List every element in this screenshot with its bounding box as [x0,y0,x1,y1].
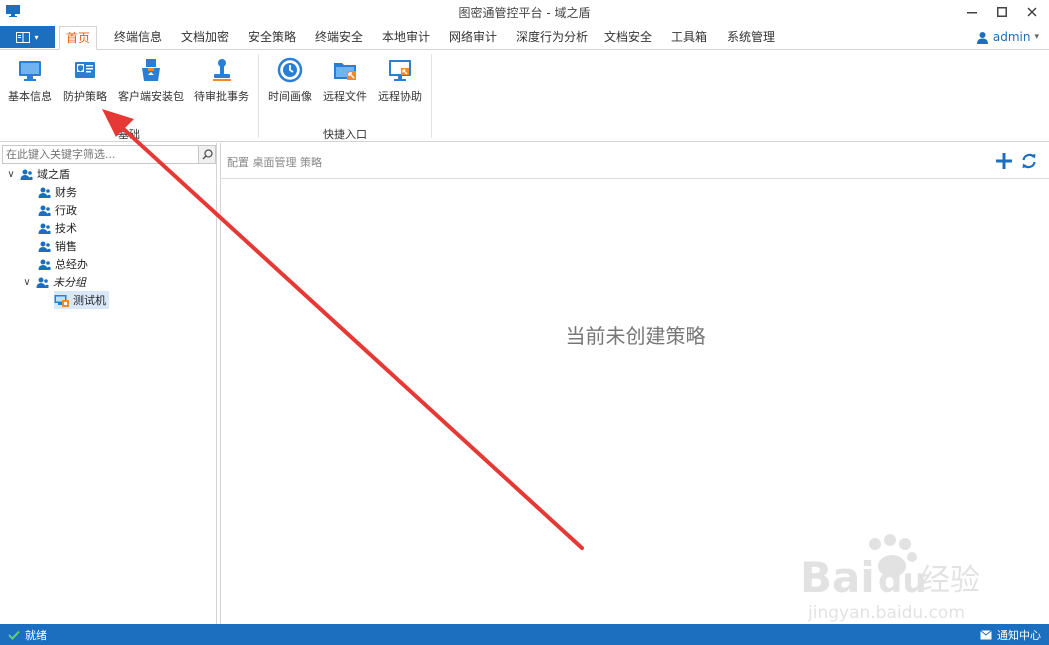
tree-search-box [2,145,216,164]
tree-node-label: 行政 [55,204,77,217]
tree-node-gm-office[interactable]: 总经办 [38,255,88,273]
client-package-button[interactable]: 客户端安装包 [118,56,184,108]
tree-node-sales[interactable]: 销售 [38,237,77,255]
chevron-down-icon[interactable]: ∨ [6,169,16,180]
maximize-icon [997,7,1007,17]
group-user-icon [38,223,51,234]
app-menu-button[interactable]: ▾ [0,26,55,48]
tab-doc-encryption[interactable]: 文档加密 [175,26,235,50]
search-button[interactable] [198,146,215,163]
add-icon[interactable] [995,152,1013,170]
status-text: 就绪 [25,629,47,642]
tree-node-tech[interactable]: 技术 [38,219,77,237]
group-user-icon [38,187,51,198]
tab-behavior-analysis[interactable]: 深度行为分析 [510,26,594,50]
tree-node-label: 技术 [55,222,77,235]
svg-text:jingyan.baidu.com: jingyan.baidu.com [807,603,965,623]
policy-card-icon [75,62,95,78]
group-label-shortcuts: 快捷入口 [323,128,367,141]
user-name: admin [992,30,1031,44]
tree-search-input[interactable] [3,146,199,163]
approval-stamp-icon [212,59,231,81]
tree-node-label: 销售 [55,240,77,253]
tab-toolbox[interactable]: 工具箱 [665,26,713,50]
group-user-icon [36,277,49,288]
minimize-icon [967,12,977,14]
tab-network-audit[interactable]: 网络审计 [443,26,503,50]
computer-icon [54,294,69,307]
user-menu[interactable]: admin ▾ [976,30,1039,44]
tree-node-ungrouped[interactable]: ∨ 未分组 [22,273,86,291]
menu-book-icon [16,31,31,43]
tree-node-label: 总经办 [55,258,88,271]
tab-system-management[interactable]: 系统管理 [721,26,781,50]
group-user-icon [38,241,51,252]
tab-home[interactable]: 首页 [59,26,98,50]
user-icon [976,31,988,44]
protection-policy-button[interactable]: 防护策略 [63,56,107,108]
refresh-icon[interactable] [1021,152,1037,170]
tree-node-label: 未分组 [53,276,86,289]
header-divider [221,178,1049,179]
monitor-icon [19,61,41,81]
remote-assist-button[interactable]: 远程协助 [378,56,422,108]
mail-icon [980,630,992,640]
tree-node-finance[interactable]: 财务 [38,183,77,201]
search-icon [201,149,213,160]
status-bar: 就绪 通知中心 [0,624,1049,645]
client-package-label: 客户端安装包 [118,90,184,103]
group-user-icon [20,169,33,180]
remote-folder-icon [334,63,356,80]
notification-center-label: 通知中心 [997,629,1041,642]
pending-approval-button[interactable]: 待审批事务 [194,56,249,108]
time-profile-button[interactable]: 时间画像 [268,56,312,108]
tree-node-label: 域之盾 [37,168,70,181]
tab-local-audit[interactable]: 本地审计 [376,26,436,50]
chevron-down-icon: ▾ [1034,32,1039,42]
chevron-down-icon: ▾ [34,32,39,42]
close-icon [1027,7,1037,17]
basic-info-label: 基本信息 [8,90,52,103]
maximize-button[interactable] [987,0,1017,24]
ribbon-tab-bar: ▾ 首页 终端信息 文档加密 安全策略 终端安全 本地审计 网络审计 深度行为分… [0,24,1049,50]
title-bar: 图密通管控平台 - 域之盾 [0,0,1049,24]
tab-terminal-security[interactable]: 终端安全 [309,26,369,50]
tree-node-test-machine[interactable]: 测试机 [54,291,109,309]
ribbon-panel: 基本信息 防护策略 客户端安装包 待审批事务 基础 时间画像 远程文件 远程协助… [0,50,1049,142]
checkmark-icon [8,630,20,640]
notification-center-button[interactable]: 通知中心 [980,627,1041,643]
close-button[interactable] [1017,0,1047,24]
tree-node-label: 财务 [55,186,77,199]
chevron-down-icon[interactable]: ∨ [22,277,32,288]
tab-doc-security[interactable]: 文档安全 [598,26,658,50]
time-profile-label: 时间画像 [268,90,312,103]
remote-file-label: 远程文件 [323,90,367,103]
remote-file-button[interactable]: 远程文件 [323,56,367,108]
protection-policy-label: 防护策略 [63,90,107,103]
remote-assist-icon [389,60,411,81]
baidu-jingyan-watermark: Bai du 经验 jingyan.baidu.com [800,534,980,623]
empty-state-message: 当前未创建策略 [565,324,706,348]
tree-node-root[interactable]: ∨ 域之盾 [6,165,70,183]
window-title: 图密通管控平台 - 域之盾 [458,6,591,20]
tab-terminal-info[interactable]: 终端信息 [108,26,168,50]
tab-security-policy[interactable]: 安全策略 [242,26,302,50]
group-user-icon [38,205,51,216]
clock-icon [277,57,303,83]
status-ready: 就绪 [8,627,47,643]
tree-node-label: 测试机 [73,294,106,307]
group-user-icon [38,259,51,270]
svg-text:经验: 经验 [920,563,980,598]
remote-assist-label: 远程协助 [378,90,422,103]
left-tree-panel: ∨ 域之盾 财务 行政 技术 销售 总经办 ∨ 未分组 [0,143,217,624]
ribbon-group-divider [431,54,432,138]
group-label-basic: 基础 [118,128,140,141]
breadcrumb: 配置 桌面管理 策略 [227,156,322,169]
tree-node-admin[interactable]: 行政 [38,201,77,219]
install-package-icon [142,59,160,81]
pending-approval-label: 待审批事务 [194,90,249,103]
svg-text:Bai: Bai [800,553,875,602]
minimize-button[interactable] [957,0,987,24]
basic-info-button[interactable]: 基本信息 [8,56,52,108]
